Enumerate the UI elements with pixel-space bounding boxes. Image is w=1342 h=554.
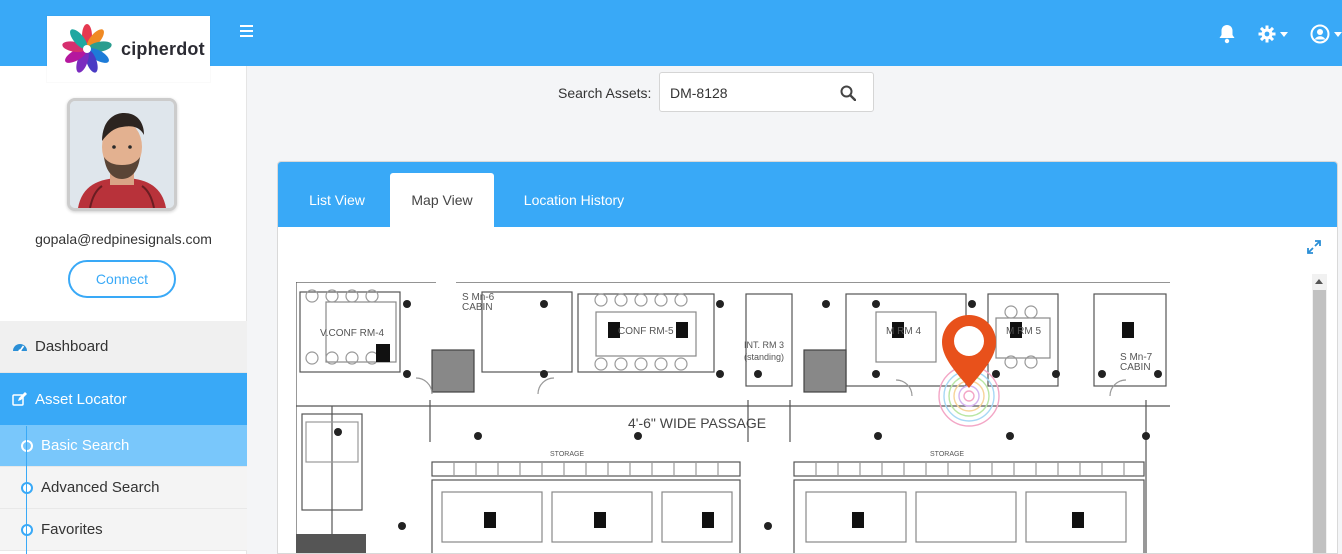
passage-label: 4'-6" WIDE PASSAGE <box>628 415 766 431</box>
cipherdot-logo-icon <box>62 24 112 73</box>
sidebar-subitem-favorites[interactable]: Favorites <box>0 509 247 551</box>
connect-button[interactable]: Connect <box>68 260 176 298</box>
sidebar-item-label: Dashboard <box>35 338 109 355</box>
gear-icon[interactable] <box>1258 25 1288 43</box>
map-label: CABIN <box>462 302 493 313</box>
sidebar-nav: Dashboard Asset Locator Basic Search Adv… <box>0 321 247 551</box>
search-label: Search Assets: <box>558 85 652 101</box>
map-label: CONF RM-5 <box>618 326 674 337</box>
map-label: M RM 4 <box>886 326 921 337</box>
subnav-connector-line <box>26 426 27 554</box>
sidebar-subitem-label: Basic Search <box>41 437 130 454</box>
sidebar-subitem-label: Favorites <box>41 521 103 538</box>
floor-plan-map[interactable]: V.CONF RM-4 CONF RM-5 S Mn-6 CABIN INT. … <box>296 282 1170 553</box>
top-icons <box>1196 20 1342 48</box>
brand-name: cipherdot <box>121 38 205 59</box>
edit-icon <box>12 391 28 407</box>
dashboard-gauge-icon <box>12 340 28 354</box>
user-email: gopala@redpinesignals.com <box>35 231 212 247</box>
sidebar-item-label: Asset Locator <box>35 390 127 408</box>
sidebar-subitem-basic-search[interactable]: Basic Search <box>0 425 247 467</box>
floor-plan-drawing: V.CONF RM-4 CONF RM-5 S Mn-6 CABIN INT. … <box>296 282 1170 553</box>
avatar[interactable] <box>67 98 177 211</box>
tab-location-history[interactable]: Location History <box>506 173 642 227</box>
sidebar-subitem-advanced-search[interactable]: Advanced Search <box>0 467 247 509</box>
sidebar-subitem-label: Advanced Search <box>41 479 160 496</box>
bell-icon[interactable] <box>1218 24 1236 44</box>
expand-icon[interactable] <box>1307 240 1321 259</box>
hamburger-icon[interactable] <box>240 22 258 42</box>
circle-icon <box>21 482 33 494</box>
search-icon[interactable] <box>840 85 857 106</box>
location-pin-icon[interactable] <box>934 312 1004 432</box>
search-box <box>659 72 874 112</box>
map-label: V.CONF RM-4 <box>320 328 385 339</box>
brand-logo[interactable]: cipherdot <box>47 16 210 82</box>
search-input[interactable] <box>670 83 830 103</box>
circle-icon <box>21 524 33 536</box>
map-label: CABIN <box>1120 362 1151 373</box>
view-tabs: List View Map View Location History <box>278 162 1337 227</box>
tab-list-view[interactable]: List View <box>292 173 382 227</box>
scroll-up-arrow-icon[interactable] <box>1315 279 1323 284</box>
sidebar-item-dashboard[interactable]: Dashboard <box>0 321 247 373</box>
sidebar-item-asset-locator[interactable]: Asset Locator <box>0 373 247 425</box>
map-label: STORAGE <box>550 451 584 458</box>
map-label: STORAGE <box>930 451 964 458</box>
user-circle-icon[interactable] <box>1310 24 1342 44</box>
map-scrollbar-thumb[interactable] <box>1313 290 1326 553</box>
map-label: M RM 5 <box>1006 326 1041 337</box>
circle-icon <box>21 440 33 452</box>
map-label: INT. RM 3 <box>744 340 784 350</box>
asset-view-card: List View Map View Location History V.CO… <box>277 161 1338 554</box>
tab-map-view[interactable]: Map View <box>390 173 494 227</box>
map-label: (standing) <box>744 352 784 362</box>
